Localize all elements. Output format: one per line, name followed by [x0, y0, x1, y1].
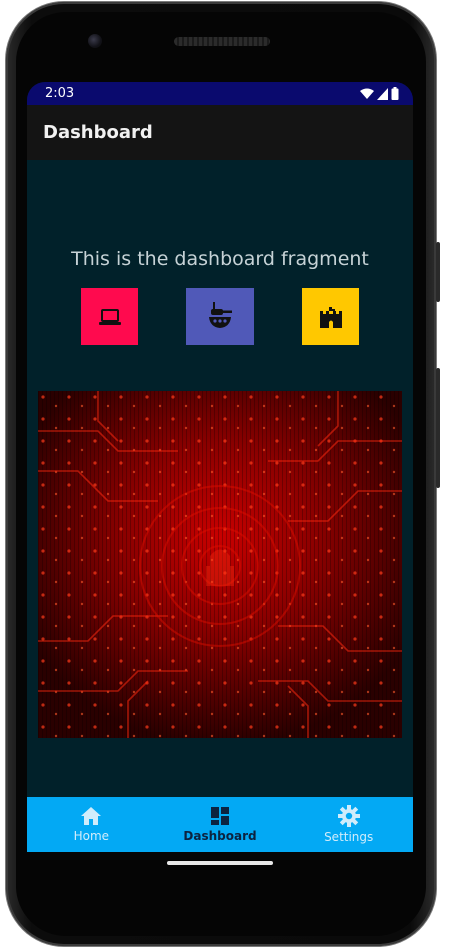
laptop-icon — [98, 308, 121, 325]
wifi-icon — [360, 88, 374, 99]
tank-icon — [209, 301, 232, 328]
power-button — [436, 368, 440, 488]
app-bar: Dashboard — [27, 105, 413, 160]
earpiece-speaker — [174, 37, 270, 46]
status-bar: 2:03 — [27, 82, 413, 105]
nav-label-settings: Settings — [324, 830, 374, 844]
dashboard-icon — [211, 807, 229, 825]
app-bar-title: Dashboard — [43, 122, 153, 143]
status-icons — [360, 87, 399, 100]
fragment-text: This is the dashboard fragment — [71, 248, 369, 270]
nav-item-settings[interactable]: Settings — [284, 797, 413, 852]
nav-label-dashboard: Dashboard — [183, 829, 257, 843]
nav-item-dashboard[interactable]: Dashboard — [156, 797, 285, 852]
castle-tile[interactable] — [302, 288, 359, 345]
status-time: 2:03 — [45, 86, 75, 101]
castle-icon — [319, 306, 342, 328]
signal-icon — [377, 87, 388, 100]
dashboard-content: This is the dashboard fragment — [27, 160, 413, 797]
nav-item-home[interactable]: Home — [27, 797, 156, 852]
home-icon — [81, 807, 102, 825]
nav-label-home: Home — [73, 829, 110, 843]
volume-button — [436, 242, 440, 302]
gear-icon — [337, 805, 360, 827]
battery-icon — [391, 87, 399, 100]
tank-tile[interactable] — [186, 288, 254, 345]
laptop-tile[interactable] — [81, 288, 138, 345]
front-camera — [88, 34, 102, 48]
home-indicator[interactable] — [167, 861, 273, 865]
bottom-navigation: Home Dashboard Settings — [27, 797, 413, 852]
circuit-board-image — [38, 391, 402, 738]
screen: 2:03 Dashboard This is the dashboard fra… — [27, 82, 413, 852]
